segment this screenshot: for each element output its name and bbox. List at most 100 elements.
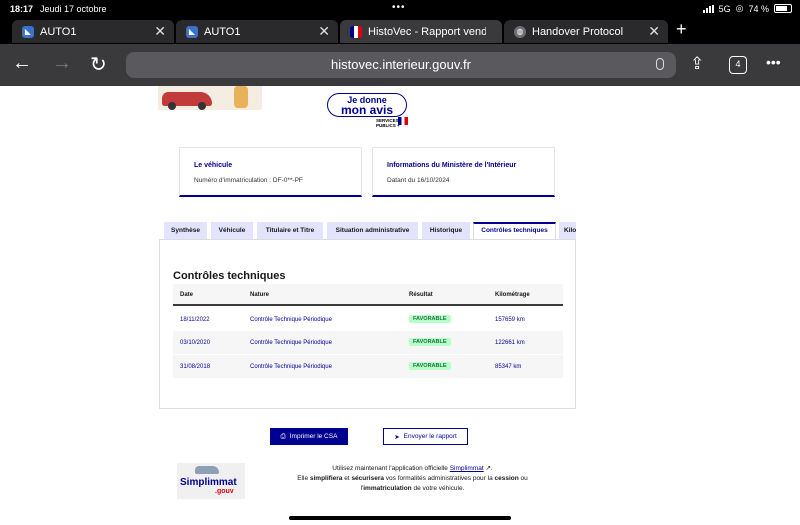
signal-icon: [702, 4, 714, 13]
status-bar: 18:17 Jeudi 17 octobre ••• 5G ◎ 74 %: [0, 0, 800, 18]
home-indicator[interactable]: [289, 516, 511, 520]
column-date: Date: [180, 292, 194, 298]
tab-synthese[interactable]: Synthèse: [164, 222, 207, 239]
auto1-favicon: ◣: [22, 25, 34, 38]
tab-situation-administrative[interactable]: Situation administrative: [327, 222, 418, 239]
promo-text: de votre véhicule.: [411, 485, 465, 492]
tab-kilometrage[interactable]: Kilométrage: [559, 222, 576, 239]
promo-bold: cession: [494, 475, 519, 482]
row-date: 03/10/2020: [180, 340, 211, 346]
battery-label: 74 %: [748, 3, 769, 14]
table-row: 18/11/2022 Contrôle Technique Périodique…: [173, 308, 563, 331]
forward-arrow-icon[interactable]: →: [52, 52, 72, 75]
vehicle-card-value: Numéro d'immatriculation : DF-0**-PF: [194, 177, 303, 184]
status-badge: FAVORABLE: [409, 338, 451, 346]
close-tab-icon[interactable]: ✕: [648, 23, 660, 40]
row-km: 157659 km: [495, 317, 525, 323]
address-bar[interactable]: histovec.interieur.gouv.fr: [126, 52, 676, 78]
browser-tab-histovec[interactable]: HistoVec - Rapport vendeur: [340, 20, 502, 43]
report-tabs: Synthèse Véhicule Titulaire et Titre Sit…: [159, 222, 576, 239]
section-title: Contrôles techniques: [173, 270, 286, 282]
vehicle-card: Le véhicule Numéro d'immatriculation : D…: [179, 147, 362, 197]
web-page: Je donne mon avis SERVICES PUBLICS + Le …: [0, 86, 800, 525]
new-tab-icon[interactable]: +: [676, 19, 687, 40]
printer-icon: ⎙: [280, 432, 286, 440]
table-header: Date Nature Résultat Kilométrage: [173, 284, 563, 306]
ministry-card-value: Datant du 16/10/2024: [387, 177, 450, 184]
tab-vehicule[interactable]: Véhicule: [211, 222, 253, 239]
row-date: 31/08/2018: [180, 364, 211, 370]
share-icon[interactable]: ⇪: [690, 54, 704, 74]
print-csa-button[interactable]: ⎙ Imprimer le CSA: [270, 428, 348, 445]
promo-bold: simplifiera: [309, 475, 343, 482]
promo-bold: immatriculation: [363, 485, 412, 492]
row-km: 85347 km: [495, 364, 522, 370]
simplimmat-link[interactable]: Simplimmat: [450, 465, 484, 472]
row-nature: Contrôle Technique Périodique: [250, 364, 332, 370]
wheel-shape: [168, 102, 176, 110]
table-row: 31/08/2018 Contrôle Technique Périodique…: [173, 355, 563, 378]
column-nature: Nature: [250, 292, 270, 298]
browser-tab-title: HistoVec - Rapport vendeur: [368, 25, 486, 38]
browser-tab-handover[interactable]: ◍ Handover Protocol ✕: [504, 20, 668, 43]
ministry-card: Informations du Ministère de l'Intérieur…: [372, 147, 555, 197]
reload-icon[interactable]: ↻: [90, 52, 107, 77]
external-link-icon: ↗.: [483, 465, 493, 472]
ministry-card-title: Informations du Ministère de l'Intérieur: [387, 162, 517, 169]
globe-icon: ◍: [514, 25, 526, 38]
tab-controles-techniques[interactable]: Contrôles techniques: [473, 222, 556, 239]
promo-line1: Utilisez maintenant l'application offici…: [270, 464, 555, 474]
simplimmat-logo-main: Simplimmat: [180, 477, 237, 488]
back-arrow-icon[interactable]: ←: [12, 52, 32, 75]
status-indicators: 5G ◎ 74 %: [702, 3, 792, 14]
send-report-button[interactable]: ➤ Envoyer le rapport: [383, 428, 468, 445]
battery-icon: [774, 4, 792, 13]
close-tab-icon[interactable]: ✕: [318, 23, 330, 40]
more-menu-icon[interactable]: •••: [766, 54, 781, 70]
promo-bold: sécurisera: [351, 475, 384, 482]
controles-techniques-panel: Contrôles techniques Date Nature Résulta…: [159, 239, 576, 409]
row-nature: Contrôle Technique Périodique: [250, 340, 332, 346]
promo-text: Utilisez maintenant l'application offici…: [332, 465, 450, 472]
multitasking-dots[interactable]: •••: [392, 2, 406, 13]
browser-toolbar: ← → ↻ histovec.interieur.gouv.fr ⇪ •••: [0, 44, 800, 86]
services-publics-flag-icon: [398, 117, 408, 125]
tab-historique[interactable]: Historique: [422, 222, 470, 239]
location-icon: ◎: [735, 3, 744, 13]
row-nature: Contrôle Technique Périodique: [250, 317, 332, 323]
promo-line3: l'immatriculation de votre véhicule.: [270, 484, 555, 494]
status-date: Jeudi 17 octobre: [40, 4, 107, 14]
simplimmat-logo[interactable]: Simplimmat .gouv: [177, 463, 245, 499]
row-km: 122661 km: [495, 340, 525, 346]
promo-text: vos formalités administratives pour la: [383, 475, 495, 482]
wheel-shape: [198, 102, 206, 110]
browser-tab-auto1-second[interactable]: ◣ AUTO1 ✕: [176, 20, 338, 43]
browser-tab-title: AUTO1: [204, 25, 241, 38]
status-badge: FAVORABLE: [409, 315, 451, 323]
status-badge: FAVORABLE: [409, 362, 451, 370]
tab-titulaire-et-titre[interactable]: Titulaire et Titre: [257, 222, 323, 239]
banner-illustration: [158, 86, 262, 110]
simplimmat-logo-sub: .gouv: [215, 488, 234, 495]
url-text: histovec.interieur.gouv.fr: [331, 57, 471, 72]
vehicle-card-title: Le véhicule: [194, 162, 233, 169]
send-arrow-icon: ➤: [394, 433, 400, 441]
promo-text: ou: [518, 475, 528, 482]
row-date: 18/11/2022: [180, 317, 210, 323]
print-label: Imprimer le CSA: [289, 433, 338, 440]
browser-tab-auto1-first[interactable]: ◣ AUTO1 ✕: [12, 20, 174, 43]
column-kilometrage: Kilométrage: [495, 292, 530, 298]
car-icon: [195, 466, 219, 474]
je-donne-mon-avis-button[interactable]: Je donne mon avis: [327, 93, 407, 117]
browser-tab-title: AUTO1: [40, 25, 77, 38]
promo-text: Elle: [297, 475, 310, 482]
send-label: Envoyer le rapport: [403, 433, 457, 440]
tab-count-button[interactable]: 4: [729, 56, 747, 74]
close-tab-icon[interactable]: ✕: [154, 23, 166, 40]
promo-line2: Elle simplifiera et sécurisera vos forma…: [270, 474, 555, 484]
microphone-icon[interactable]: [656, 58, 664, 70]
french-flag-favicon: [350, 25, 362, 38]
status-time: 18:17: [10, 4, 34, 14]
simplimmat-promo-text: Utilisez maintenant l'application offici…: [270, 464, 555, 494]
auto1-favicon: ◣: [186, 25, 198, 38]
